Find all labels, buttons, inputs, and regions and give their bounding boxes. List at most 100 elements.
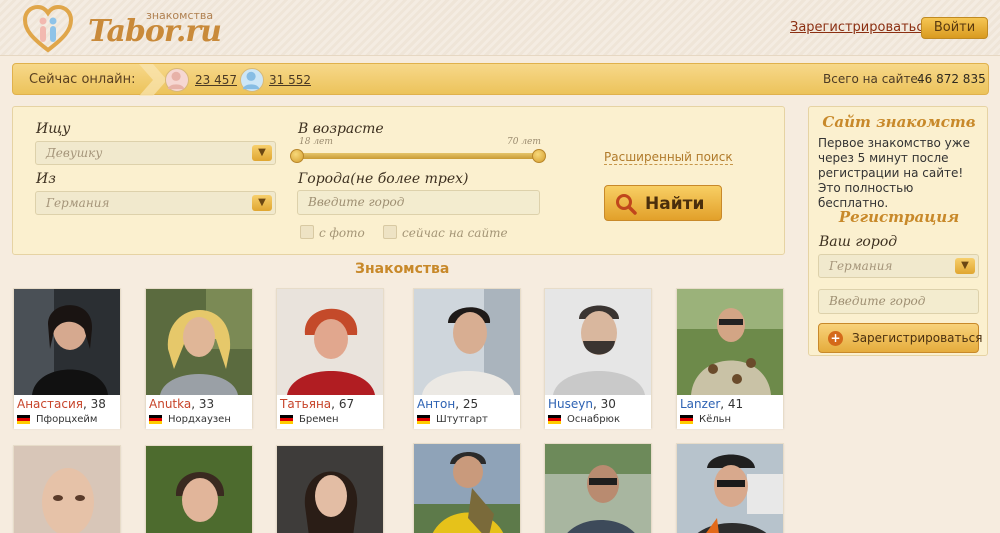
germany-flag-icon <box>149 415 162 424</box>
profile-info: Антон, 25 Штутгарт <box>414 395 520 429</box>
profile-city: Штутгарт <box>436 414 488 425</box>
online-now-label: сейчас на сайте <box>402 226 508 240</box>
profile-name[interactable]: Huseyn <box>548 397 593 411</box>
age-min-tick: 18 лет <box>299 137 333 147</box>
your-city-label: Ваш город <box>819 234 898 250</box>
chevron-down-icon: ▼ <box>955 258 975 274</box>
profile-card[interactable] <box>13 445 121 533</box>
country-select[interactable]: Германия ▼ <box>35 191 276 215</box>
profile-photo[interactable] <box>414 444 520 533</box>
registration-title: Регистрация <box>838 208 960 226</box>
profile-card[interactable] <box>544 443 652 533</box>
profile-photo[interactable] <box>277 446 383 533</box>
chevron-down-icon: ▼ <box>252 145 272 161</box>
total-value: 46 872 835 <box>917 72 986 86</box>
profile-info: Lanzer, 41 Кёльн <box>677 395 783 429</box>
site-header: Tabor.ru знакомства Зарегистрироваться В… <box>0 0 1000 56</box>
profile-info: Татьяна, 67 Бремен <box>277 395 383 429</box>
age-label: В возрасте <box>298 121 384 137</box>
city-input[interactable]: Введите город <box>297 190 540 215</box>
find-button-label: Найти <box>645 194 705 214</box>
signup-panel-text: Первое знакомство уже через 5 минут посл… <box>818 136 970 210</box>
male-avatar-icon <box>240 68 264 92</box>
profile-card[interactable] <box>145 445 253 533</box>
online-bar: Сейчас онлайн: 23 457 31 552 Всего на са… <box>12 63 989 96</box>
seek-label: Ищу <box>36 121 71 137</box>
germany-flag-icon <box>280 415 293 424</box>
city-input-placeholder: Введите город <box>308 195 405 209</box>
signup-country-value: Германия <box>829 259 893 273</box>
profile-photo[interactable] <box>414 289 520 395</box>
profile-photo[interactable] <box>677 444 783 533</box>
age-min-handle[interactable] <box>290 149 304 163</box>
with-photo-checkbox[interactable] <box>300 225 314 239</box>
profile-photo[interactable] <box>146 446 252 533</box>
signup-register-button[interactable]: + Зарегистрироваться <box>818 323 983 353</box>
profile-name[interactable]: Lanzer <box>680 397 720 411</box>
signup-city-input[interactable]: Введите город <box>818 289 979 314</box>
signup-panel-title: Сайт знакомств <box>822 113 976 131</box>
signup-panel: Сайт знакомств Первое знакомство уже чер… <box>808 106 988 356</box>
from-label: Из <box>36 171 56 187</box>
age-slider-track[interactable] <box>297 153 541 159</box>
profile-info: Anutka, 33 Нордхаузен <box>146 395 252 429</box>
germany-flag-icon <box>680 415 693 424</box>
profile-card[interactable]: Huseyn, 30 Оснабрюк <box>544 288 652 429</box>
profile-card[interactable]: Антон, 25 Штутгарт <box>413 288 521 429</box>
germany-flag-icon <box>417 415 430 424</box>
profile-photo[interactable] <box>545 444 651 533</box>
register-link[interactable]: Зарегистрироваться <box>790 20 931 35</box>
profile-city: Бремен <box>299 414 339 425</box>
logo-heart-icon[interactable] <box>22 4 74 54</box>
plus-icon: + <box>828 331 843 346</box>
profile-info: Huseyn, 30 Оснабрюк <box>545 395 651 429</box>
profile-card[interactable]: Татьяна, 67 Бремен <box>276 288 384 429</box>
profile-age: 25 <box>462 397 479 411</box>
profile-photo[interactable] <box>146 289 252 395</box>
men-online-count[interactable]: 31 552 <box>269 73 311 87</box>
profile-card[interactable] <box>413 443 521 533</box>
profile-age: 33 <box>198 397 215 411</box>
profile-name[interactable]: Антон <box>417 397 455 411</box>
profile-name[interactable]: Анастасия <box>17 397 83 411</box>
signup-city-placeholder: Введите город <box>829 294 926 308</box>
profile-age: 30 <box>600 397 616 411</box>
germany-flag-icon <box>17 415 30 424</box>
profile-name[interactable]: Татьяна <box>280 397 331 411</box>
section-title: Знакомства <box>355 261 450 277</box>
age-max-tick: 70 лет <box>507 137 541 147</box>
female-avatar-icon <box>165 68 189 92</box>
women-online-count[interactable]: 23 457 <box>195 73 237 87</box>
profile-photo[interactable] <box>677 289 783 395</box>
signup-country-select[interactable]: Германия ▼ <box>818 254 979 278</box>
profile-age: 67 <box>338 397 355 411</box>
profile-photo[interactable] <box>545 289 651 395</box>
login-button[interactable]: Войти <box>921 17 988 39</box>
profile-card[interactable] <box>276 445 384 533</box>
profile-card[interactable]: Анастасия, 38 Пфорцхейм <box>13 288 121 429</box>
online-label: Сейчас онлайн: <box>29 72 136 87</box>
online-now-checkbox[interactable] <box>383 225 397 239</box>
country-select-value: Германия <box>46 196 110 210</box>
seek-select[interactable]: Девушку ▼ <box>35 141 276 165</box>
profile-photo[interactable] <box>277 289 383 395</box>
signup-register-label: Зарегистрироваться <box>852 331 983 345</box>
profile-card[interactable] <box>676 443 784 533</box>
total-label: Всего на сайте: <box>823 72 922 86</box>
logo-subtitle: знакомства <box>146 9 214 22</box>
profile-city: Пфорцхейм <box>36 414 98 425</box>
germany-flag-icon <box>548 415 561 424</box>
profile-name[interactable]: Anutka <box>149 397 191 411</box>
search-icon <box>616 194 637 215</box>
age-max-handle[interactable] <box>532 149 546 163</box>
find-button[interactable]: Найти <box>604 185 722 221</box>
seek-select-value: Девушку <box>46 146 103 160</box>
profile-city: Нордхаузен <box>168 414 231 425</box>
profile-card[interactable]: Lanzer, 41 Кёльн <box>676 288 784 429</box>
profile-info: Анастасия, 38 Пфорцхейм <box>14 395 120 429</box>
profile-age: 38 <box>90 397 106 411</box>
profile-photo[interactable] <box>14 289 120 395</box>
profile-card[interactable]: Anutka, 33 Нордхаузен <box>145 288 253 429</box>
advanced-search-link[interactable]: Расширенный поиск <box>604 150 733 165</box>
profile-photo[interactable] <box>14 446 120 533</box>
